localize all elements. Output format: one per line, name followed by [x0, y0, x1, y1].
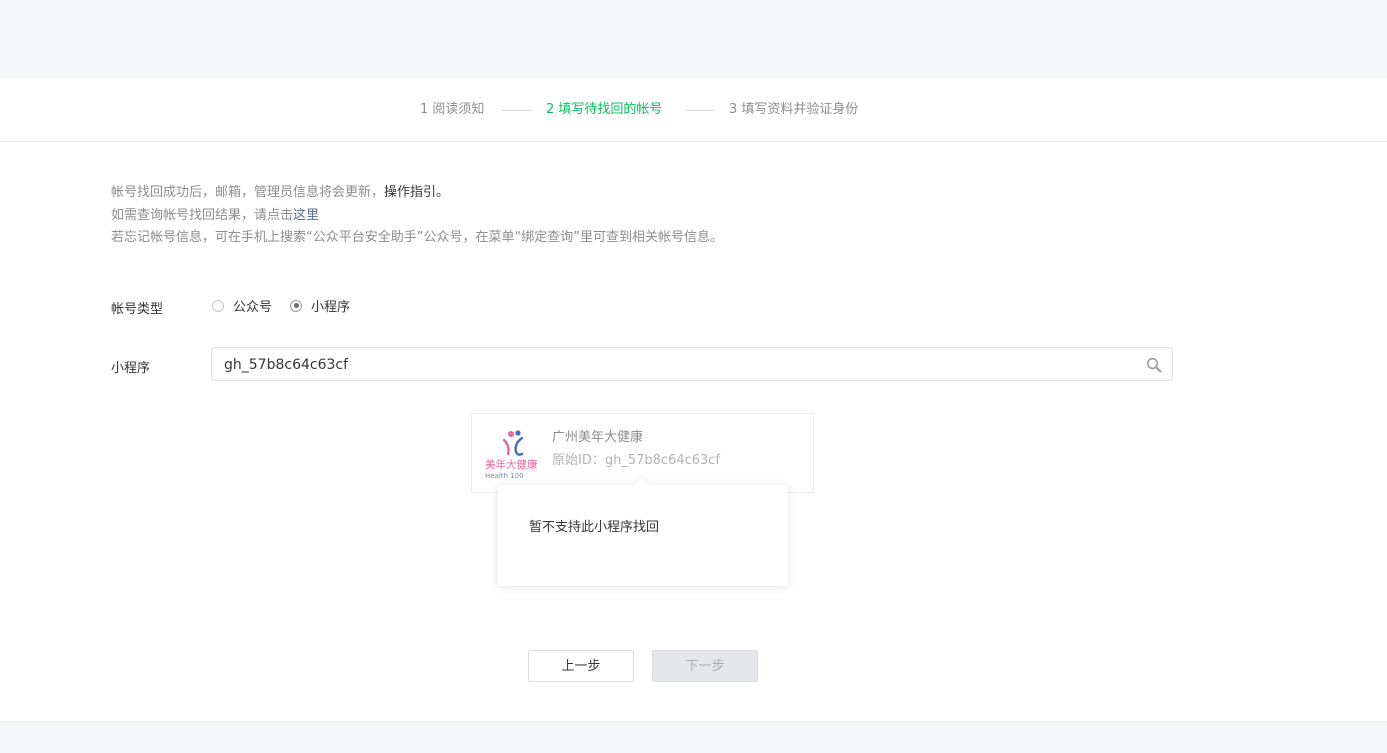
radio-button-checked[interactable] [290, 299, 303, 312]
notice-line-2: 如需查询帐号找回结果，请点击这里 [111, 205, 723, 228]
step-1: 1 阅读须知 [420, 102, 485, 117]
radio-label: 小程序 [311, 300, 351, 315]
prev-step-button[interactable]: 上一步 [528, 650, 634, 682]
radio-option-official-account[interactable]: 公众号 [212, 296, 272, 315]
notice-line-1-text: 帐号找回成功后，邮箱，管理员信息将会更新， [111, 185, 385, 200]
radio-label: 公众号 [233, 300, 273, 315]
radio-option-mini-program[interactable]: 小程序 [290, 296, 350, 315]
logo-text: 美年大健康 [485, 458, 538, 471]
notice-line-1: 帐号找回成功后，邮箱，管理员信息将会更新，操作指引。 [111, 182, 723, 205]
notice-line-3: 若忘记帐号信息，可在手机上搜索“公众平台安全助手”公众号，在菜单“绑定查询”里可… [111, 230, 723, 245]
query-result-link[interactable]: 这里 [293, 208, 319, 223]
result-name: 广州美年大健康 [552, 430, 644, 445]
step-indicator: 1 阅读须知 2 填写待找回的帐号 3 填写资料并验证身份 [0, 78, 1387, 142]
step-divider [502, 110, 532, 111]
notice-text: 帐号找回成功后，邮箱，管理员信息将会更新，操作指引。 如需查询帐号找回结果，请点… [111, 182, 723, 250]
search-icon[interactable] [1146, 357, 1162, 373]
meinian-logo: 美年大健康 Health 100 [485, 430, 538, 480]
mini-program-search-input[interactable] [222, 348, 1126, 382]
mini-program-search-box [211, 347, 1173, 382]
logo-subtext: Health 100 [485, 472, 524, 480]
radio-button[interactable] [212, 299, 224, 312]
popover-message: 暂不支持此小程序找回 [529, 520, 660, 535]
main-card: 1 阅读须知 2 填写待找回的帐号 3 填写资料并验证身份 帐号找回成功后，邮箱… [0, 78, 1387, 722]
result-original-id: 原始ID：gh_57b8c64c63cf [552, 453, 721, 468]
mini-program-label: 小程序 [111, 361, 151, 376]
account-type-label: 帐号类型 [111, 302, 164, 317]
unsupported-popover: 暂不支持此小程序找回 [498, 476, 788, 586]
guide-link[interactable]: 操作指引。 [384, 185, 449, 200]
next-step-button[interactable]: 下一步 [652, 650, 758, 682]
step-divider [685, 110, 715, 111]
step-2: 2 填写待找回的帐号 [546, 102, 663, 117]
top-header-band [0, 0, 1387, 78]
account-type-radio-group: 公众号 小程序 [212, 296, 368, 315]
step-3: 3 填写资料并验证身份 [729, 102, 859, 117]
notice-line-2-text: 如需查询帐号找回结果，请点击 [111, 207, 294, 223]
